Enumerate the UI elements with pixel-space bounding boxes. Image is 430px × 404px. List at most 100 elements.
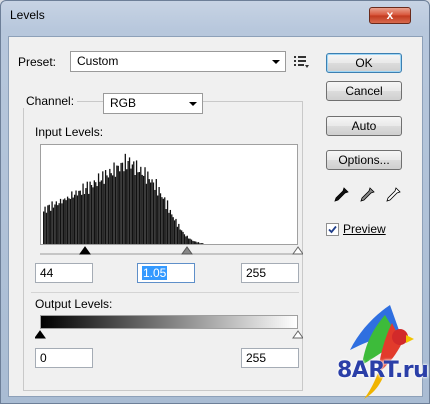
histogram-bar xyxy=(178,223,180,244)
histogram-bar xyxy=(88,193,90,244)
histogram-bar xyxy=(107,177,110,244)
histogram-bar xyxy=(90,185,93,244)
title-bar[interactable]: Levels x xyxy=(1,1,429,29)
histogram-bar xyxy=(145,183,148,244)
histogram-bar xyxy=(85,188,87,244)
input-gamma-slider-handle xyxy=(181,246,193,255)
histogram xyxy=(40,144,298,245)
histogram-bar xyxy=(97,173,100,244)
histogram-bar xyxy=(121,162,124,244)
histogram-bar xyxy=(133,161,135,244)
histogram-bar xyxy=(100,180,103,244)
histogram-bar xyxy=(140,166,142,244)
histogram-bar xyxy=(50,210,52,244)
divider xyxy=(31,292,299,293)
histogram-bar xyxy=(73,194,76,244)
output-white-field[interactable]: 255 xyxy=(241,348,299,368)
histogram-bar xyxy=(154,189,156,244)
output-gradient-bar xyxy=(40,315,298,329)
watermark-text: 8ART.ru xyxy=(337,358,429,383)
histogram-bar xyxy=(131,164,133,244)
histogram-bar xyxy=(114,176,117,244)
channel-select[interactable]: RGB xyxy=(103,93,203,114)
histogram-bar xyxy=(75,190,77,244)
checkmark-icon xyxy=(328,225,337,234)
histogram-bar xyxy=(123,171,125,244)
preset-select[interactable]: Custom xyxy=(70,51,286,72)
options-button[interactable]: Options... xyxy=(326,150,402,170)
histogram-bar xyxy=(89,181,91,244)
histogram-bar xyxy=(109,168,111,244)
output-black-field[interactable]: 0 xyxy=(35,348,93,368)
histogram-bar xyxy=(155,179,157,244)
histogram-bar xyxy=(61,203,63,244)
histogram-bar xyxy=(81,194,83,244)
histogram-bar xyxy=(120,162,122,244)
histogram-bar xyxy=(99,181,101,244)
histogram-bar xyxy=(83,194,86,244)
preview-checkbox[interactable] xyxy=(326,223,339,236)
histogram-bar xyxy=(126,169,128,244)
histogram-bar xyxy=(179,229,181,244)
histogram-graph xyxy=(43,153,204,244)
histogram-bar xyxy=(68,198,70,244)
histogram-bar xyxy=(127,160,129,244)
histogram-bar xyxy=(138,172,141,244)
channel-label: Channel: xyxy=(23,94,78,108)
histogram-bar xyxy=(44,206,46,244)
histogram-bar xyxy=(71,191,73,244)
histogram-bar xyxy=(103,183,105,244)
histogram-bar xyxy=(182,231,184,244)
histogram-bar xyxy=(142,175,145,244)
input-white-field[interactable]: 255 xyxy=(241,263,299,283)
black-point-eyedropper-icon[interactable] xyxy=(333,187,349,203)
auto-button[interactable]: Auto xyxy=(326,116,402,136)
histogram-bar xyxy=(158,187,160,244)
input-gamma-field[interactable]: 1.05 xyxy=(137,263,195,283)
histogram-bar xyxy=(157,195,159,244)
input-levels-label: Input Levels: xyxy=(35,125,104,139)
preview-label[interactable]: Preview xyxy=(343,222,386,236)
ok-button[interactable]: OK xyxy=(326,53,402,73)
histogram-bar xyxy=(130,168,132,244)
preset-options-icon[interactable] xyxy=(294,55,310,69)
histogram-bar xyxy=(173,220,176,244)
input-black-slider-handle xyxy=(79,246,91,255)
histogram-bar xyxy=(110,173,112,244)
histogram-bar xyxy=(72,197,74,244)
input-black-field[interactable]: 44 xyxy=(35,263,93,283)
histogram-bar xyxy=(147,171,149,244)
histogram-bar xyxy=(55,201,57,244)
output-levels-slider[interactable] xyxy=(35,328,303,342)
white-point-eyedropper-icon[interactable] xyxy=(385,187,401,203)
histogram-bar xyxy=(148,179,150,244)
histogram-bar xyxy=(52,207,55,244)
histogram-bar xyxy=(102,171,104,244)
histogram-bar xyxy=(78,190,80,244)
histogram-bar xyxy=(51,201,53,244)
gray-point-eyedropper-icon[interactable] xyxy=(359,187,375,203)
histogram-bar xyxy=(183,234,186,244)
histogram-bar xyxy=(164,197,166,244)
histogram-bar xyxy=(104,170,107,244)
histogram-bar xyxy=(48,204,50,244)
histogram-bar xyxy=(45,212,48,244)
histogram-bar xyxy=(185,236,187,244)
close-button[interactable]: x xyxy=(369,7,411,24)
cancel-button[interactable]: Cancel xyxy=(326,81,402,101)
histogram-bar xyxy=(79,190,81,244)
input-levels-slider[interactable] xyxy=(35,244,303,258)
histogram-bar xyxy=(186,235,188,244)
histogram-bar xyxy=(168,212,170,244)
histogram-bar xyxy=(96,186,98,244)
histogram-bar xyxy=(69,198,72,244)
histogram-bar xyxy=(111,175,114,244)
histogram-bar xyxy=(62,199,65,244)
histogram-bar xyxy=(116,165,118,244)
chevron-down-icon xyxy=(189,102,197,106)
parrot-logo xyxy=(350,305,414,399)
histogram-bar xyxy=(93,180,95,244)
histogram-bar xyxy=(169,209,172,244)
histogram-bar xyxy=(176,226,179,244)
histogram-bar xyxy=(86,181,88,244)
